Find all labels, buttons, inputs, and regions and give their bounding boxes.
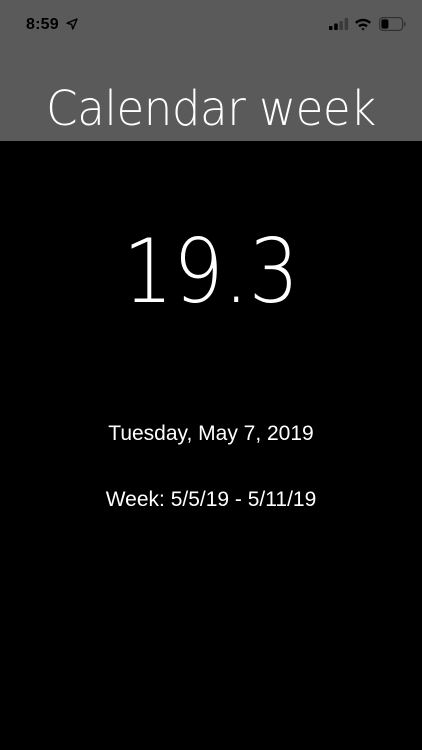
battery-icon [379, 17, 406, 31]
calendar-week-number: 19.3 [122, 220, 300, 323]
current-date-label: Tuesday, May 7, 2019 [108, 422, 314, 445]
page-title: Calendar week [46, 81, 376, 137]
status-time: 8:59 [26, 16, 59, 33]
location-arrow-icon [66, 18, 78, 30]
wifi-icon [355, 18, 371, 31]
status-bar: 8:59 [0, 0, 422, 50]
cellular-signal-icon [329, 18, 349, 30]
week-range-label: Week: 5/5/19 - 5/11/19 [105, 488, 317, 511]
header-bar: 8:59 Calendar week [0, 0, 422, 141]
